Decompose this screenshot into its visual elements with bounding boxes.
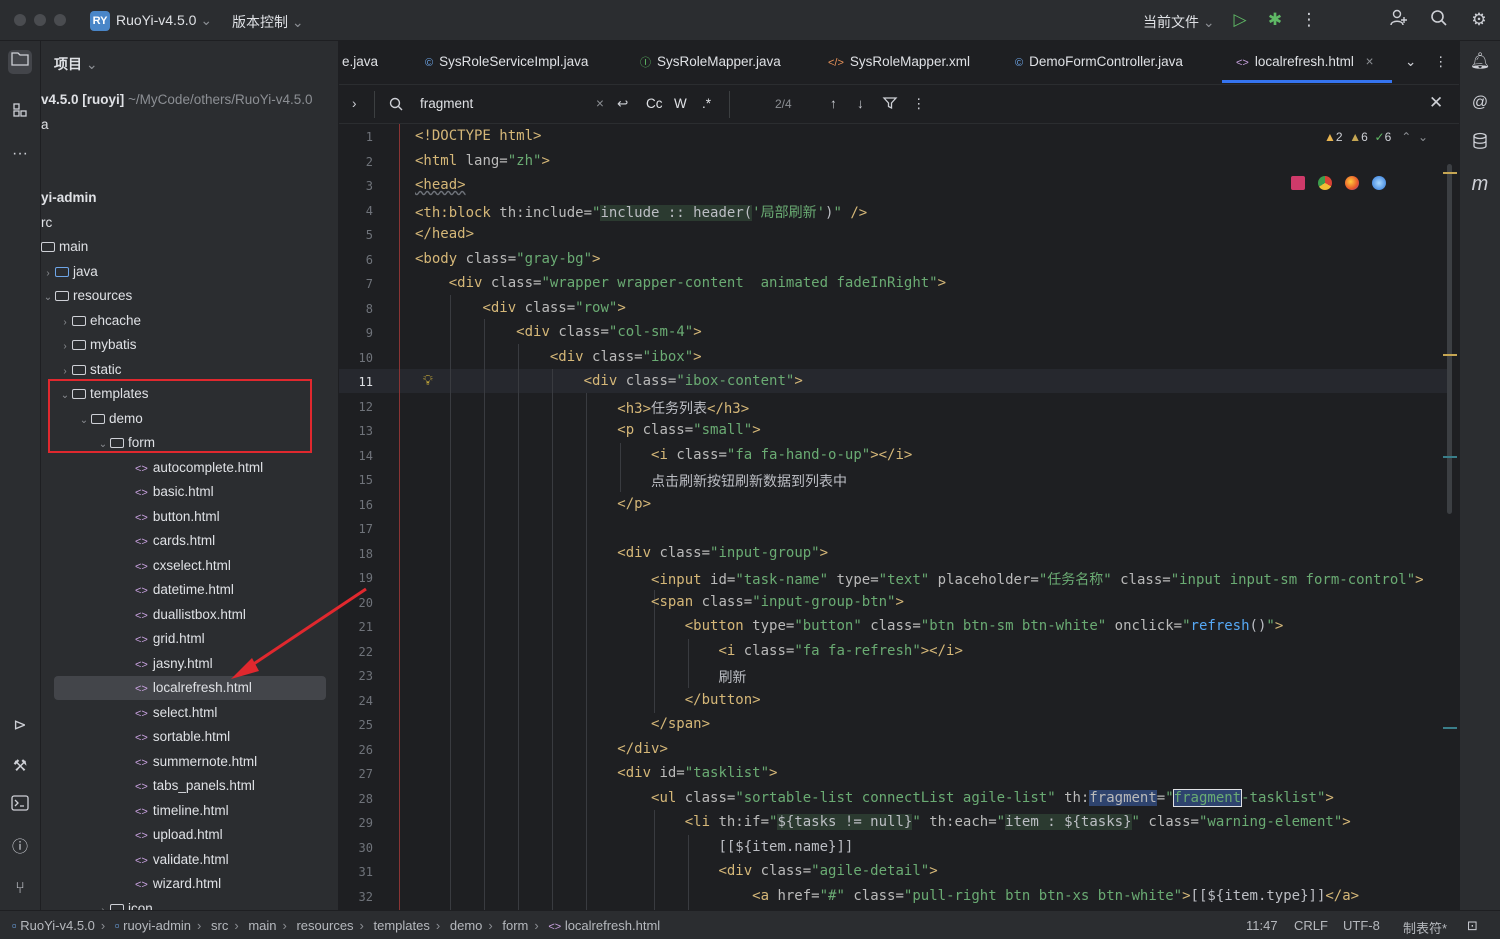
annotation-arrow (231, 587, 367, 679)
caret-position[interactable]: 11:47 (1246, 918, 1278, 933)
line-separator[interactable]: CRLF (1294, 918, 1328, 933)
module-icon: ▫ (12, 918, 17, 933)
indent-setting[interactable]: 制表符* (1403, 918, 1447, 937)
breadcrumb-item[interactable]: form (502, 918, 528, 933)
breadcrumb-item[interactable]: main (248, 918, 276, 933)
status-bar: ▫ RuoYi-v4.5.0 › ▫ ruoyi-admin › src › main… (0, 910, 1500, 939)
breadcrumb-item[interactable]: templates (374, 918, 430, 933)
html-file-icon: <> (548, 921, 562, 933)
breadcrumb-item[interactable]: localrefresh.html (565, 918, 660, 933)
breadcrumb: ▫ RuoYi-v4.5.0 › ▫ ruoyi-admin › src › main… (12, 918, 661, 933)
breadcrumb-item[interactable]: src (211, 918, 228, 933)
module-icon: ▫ (114, 918, 120, 933)
lock-icon[interactable]: ⊡ (1467, 918, 1478, 934)
file-encoding[interactable]: UTF-8 (1343, 918, 1380, 933)
breadcrumb-item[interactable]: demo (450, 918, 483, 933)
breadcrumb-item[interactable]: RuoYi-v4.5.0 (20, 918, 95, 933)
breadcrumb-item[interactable]: ruoyi-admin (123, 918, 191, 933)
breadcrumb-item[interactable]: resources (296, 918, 353, 933)
